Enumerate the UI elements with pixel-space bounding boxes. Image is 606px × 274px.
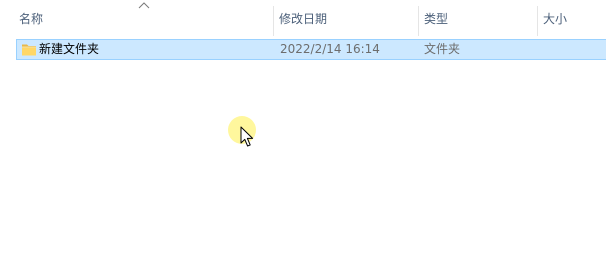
file-date-modified: 2022/2/14 16:14: [280, 42, 380, 56]
mouse-pointer-icon: [240, 126, 254, 147]
file-row-selected[interactable]: 新建文件夹 2022/2/14 16:14 文件夹: [16, 39, 606, 60]
column-header-bar: 名称 修改日期 类型 大小: [0, 0, 606, 38]
file-name[interactable]: 新建文件夹: [39, 40, 99, 59]
file-type: 文件夹: [424, 42, 461, 56]
column-header-name-label: 名称: [19, 12, 44, 26]
column-header-type[interactable]: 类型: [418, 0, 537, 38]
file-explorer-details-view: 名称 修改日期 类型 大小 新建文件夹 2022/2/14 16:14 文件夹: [0, 0, 606, 274]
column-header-date-modified-label: 修改日期: [279, 12, 328, 26]
column-header-type-label: 类型: [424, 12, 449, 26]
column-header-size-label: 大小: [543, 12, 568, 26]
column-header-name[interactable]: 名称: [13, 0, 273, 38]
folder-icon: [22, 44, 36, 56]
column-header-size[interactable]: 大小: [537, 0, 606, 38]
column-header-date-modified[interactable]: 修改日期: [273, 0, 418, 38]
